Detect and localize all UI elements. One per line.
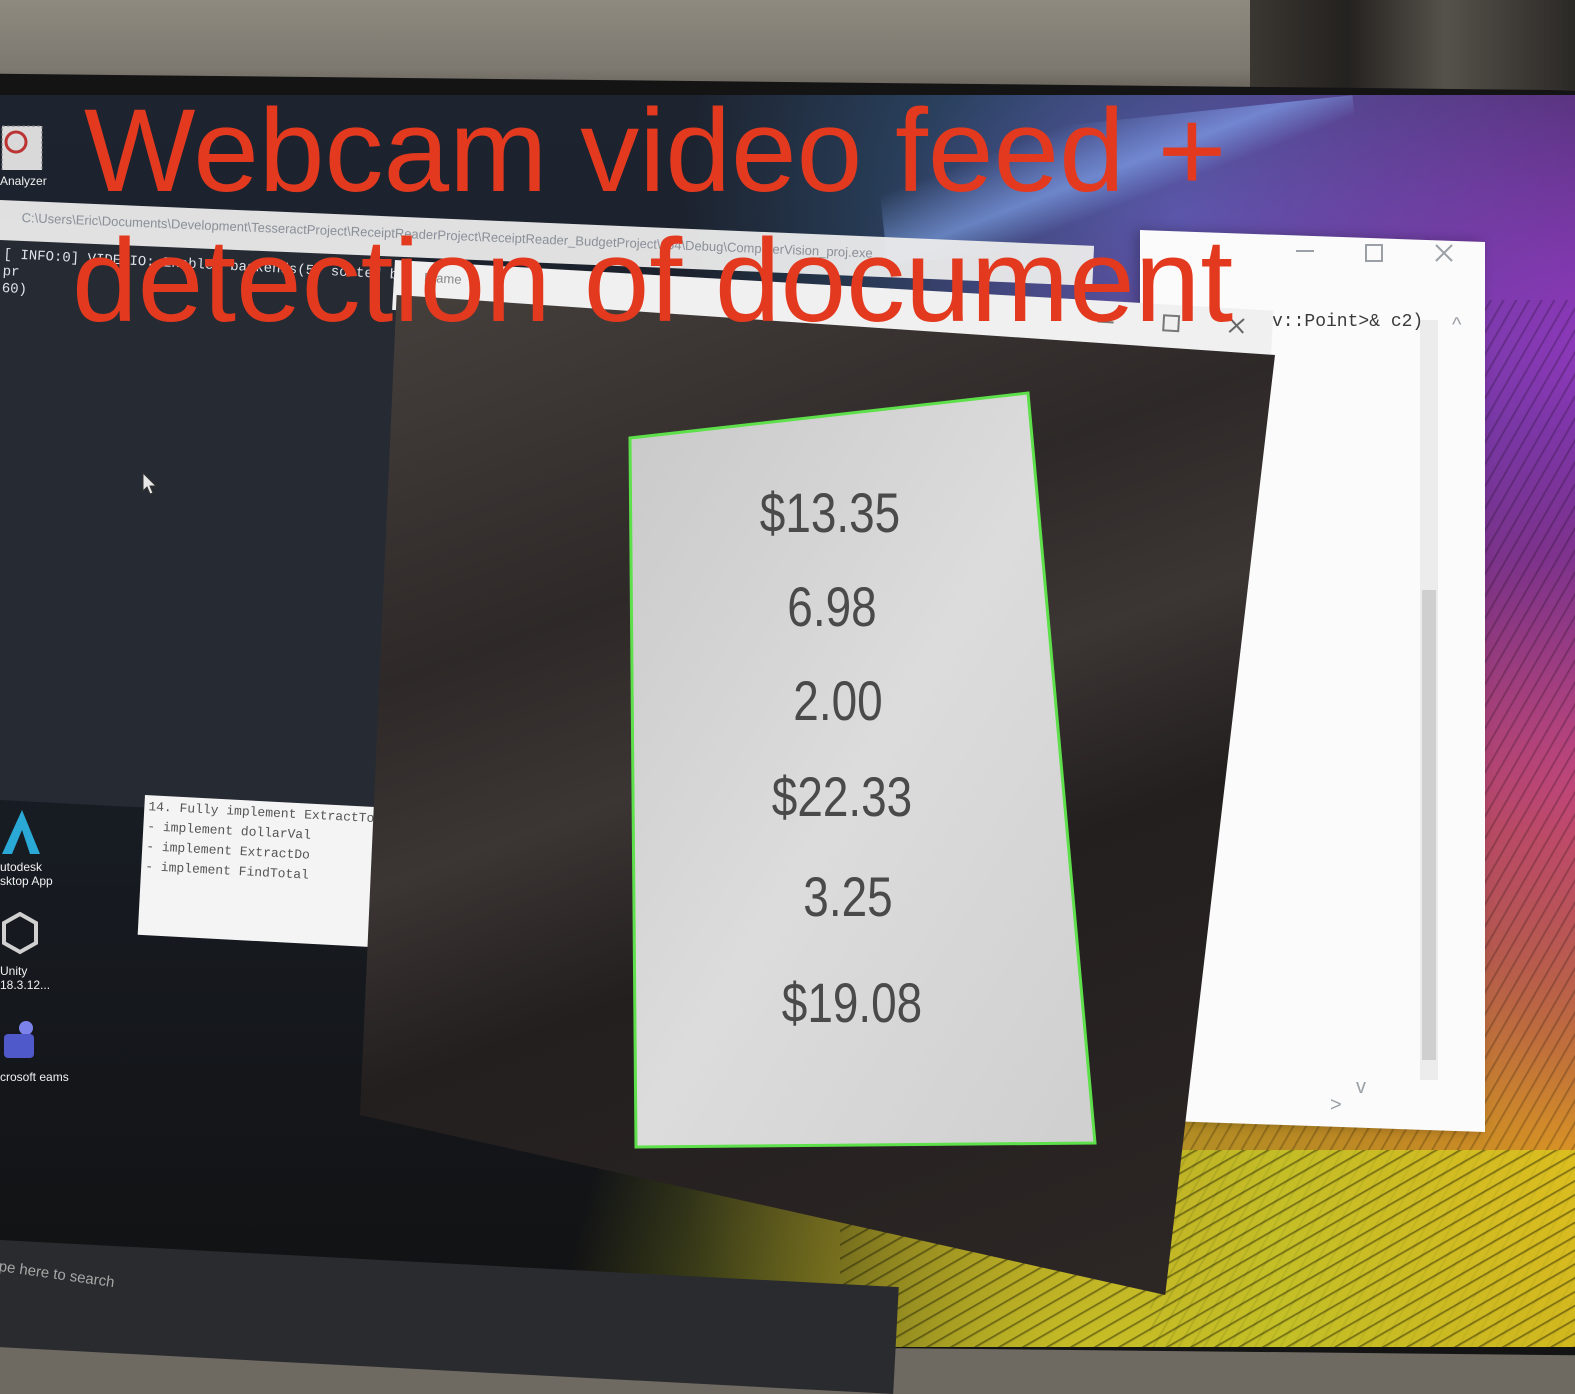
- caption-line-1: Webcam video feed +: [84, 85, 1227, 217]
- receipt-amount: $13.35: [759, 481, 901, 544]
- receipt-amount: $22.33: [771, 765, 913, 828]
- receipt-amount: 2.00: [793, 669, 883, 732]
- caption-line-2: detection of document: [72, 215, 1234, 347]
- receipt-amount: 6.98: [787, 575, 877, 638]
- receipt-amount: $19.08: [781, 971, 923, 1034]
- receipt-amount: 3.25: [803, 865, 893, 928]
